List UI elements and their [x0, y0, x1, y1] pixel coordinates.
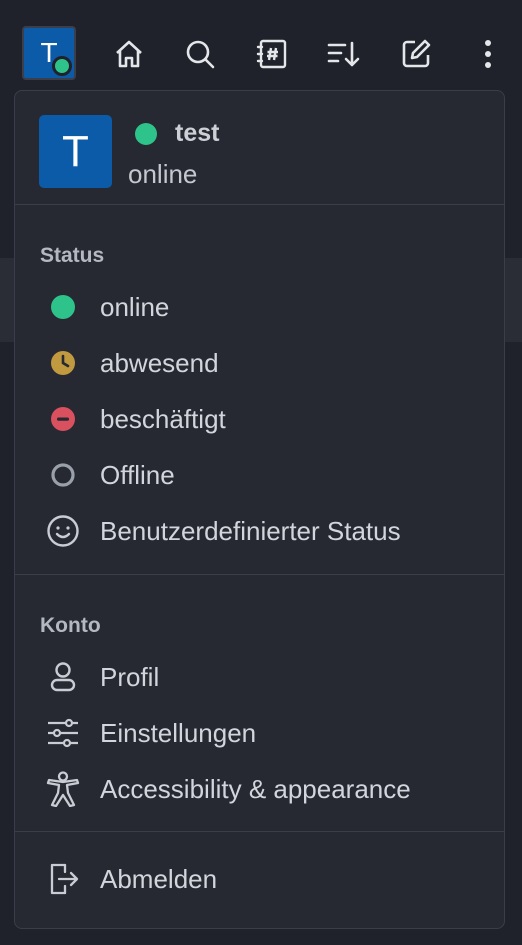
clock-icon [51, 351, 75, 375]
busy-icon [51, 407, 75, 431]
account-section-title: Konto [40, 614, 101, 637]
logout-icon [50, 863, 79, 895]
status-away-label: abwesend [100, 347, 219, 378]
directory-icon [256, 39, 287, 69]
smiley-icon [47, 515, 79, 547]
accessibility-item[interactable]: Accessibility & appearance [15, 763, 504, 815]
settings-label: Einstellungen [100, 717, 257, 748]
profile-label: Profil [100, 661, 160, 692]
status-section-title: Status [40, 244, 105, 267]
logout-item[interactable]: Abmelden [15, 853, 504, 905]
status-busy-item[interactable]: beschäftigt [15, 393, 504, 445]
profile-avatar: T [39, 115, 112, 188]
accessibility-label: Accessibility & appearance [100, 773, 411, 804]
settings-item[interactable]: Einstellungen [15, 707, 504, 759]
more-options-button[interactable] [460, 26, 516, 82]
sort-button[interactable] [315, 26, 371, 82]
custom-status-label: Benutzerdefinierter Status [100, 515, 401, 546]
divider [15, 204, 504, 205]
profile-item[interactable]: Profil [15, 651, 504, 703]
status-online-item[interactable]: online [15, 281, 504, 333]
profile-username: test [175, 119, 220, 147]
divider [15, 831, 504, 832]
home-button[interactable] [101, 26, 157, 82]
logout-label: Abmelden [100, 863, 218, 894]
search-icon [186, 40, 215, 69]
custom-status-item[interactable]: Benutzerdefinierter Status [15, 505, 504, 557]
user-avatar-button[interactable]: T [22, 26, 76, 80]
accessibility-icon [46, 771, 80, 807]
home-icon [116, 40, 142, 68]
status-online-label: online [100, 291, 170, 322]
user-icon [50, 662, 76, 692]
online-status-icon [51, 295, 75, 319]
sliders-icon [48, 718, 78, 748]
status-offline-item[interactable]: Offline [15, 449, 504, 501]
status-offline-label: Offline [100, 459, 175, 490]
online-status-dot [52, 56, 72, 76]
offline-icon [51, 463, 75, 487]
create-new-button[interactable] [388, 26, 444, 82]
edit-icon [402, 39, 431, 68]
status-away-item[interactable]: abwesend [15, 337, 504, 389]
user-menu-popover: T test online Status online abwesend bes… [14, 90, 505, 929]
sort-icon [327, 41, 360, 67]
status-busy-label: beschäftigt [100, 403, 226, 434]
kebab-menu-icon [485, 40, 491, 68]
profile-avatar-letter: T [62, 126, 89, 176]
profile-status-dot [135, 122, 157, 145]
profile-status-text: online [128, 159, 198, 189]
divider [15, 574, 504, 575]
profile-header: T test online [15, 91, 504, 205]
directory-button[interactable] [244, 26, 300, 82]
search-button[interactable] [172, 26, 228, 82]
